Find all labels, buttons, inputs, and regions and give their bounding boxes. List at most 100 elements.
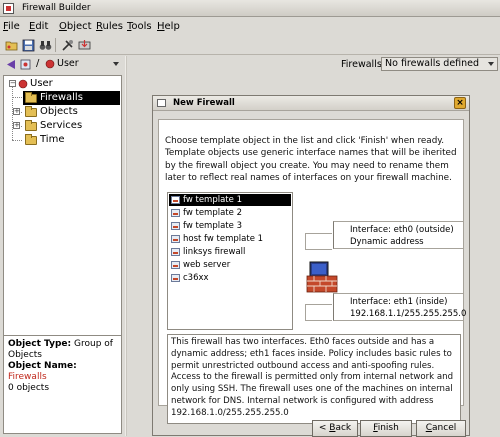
tree-expand-toggle[interactable]: + <box>13 108 20 115</box>
template-list[interactable]: fw template 1 fw template 2 fw template … <box>167 192 293 330</box>
toolbar-separator <box>55 38 56 52</box>
template-item-label: fw template 1 <box>183 195 242 205</box>
menu-rules[interactable]: Rules <box>96 21 123 32</box>
tree-item-user[interactable]: User <box>18 77 78 91</box>
menu-object-mnemonic: O <box>59 21 67 32</box>
firewall-template-icon <box>171 196 180 204</box>
interface-inside-address: 192.168.1.1/255.255.255.0 <box>350 309 467 319</box>
menu-edit-label: dit <box>35 21 49 32</box>
template-item-c36xx[interactable]: c36xx <box>169 272 291 284</box>
tree-expand-toggle[interactable]: + <box>13 122 20 129</box>
tree-item-objects[interactable]: Objects <box>23 105 103 119</box>
open-folder-icon <box>5 41 18 51</box>
firewalls-label: Firewalls: <box>341 59 385 70</box>
dialog-app-icon <box>157 99 166 107</box>
tree-connector <box>12 140 22 141</box>
firewall-template-icon <box>171 222 180 230</box>
arrow-left-icon <box>7 60 15 69</box>
object-name-value: Firewalls <box>8 372 47 382</box>
menu-object[interactable]: Object <box>59 21 92 32</box>
object-tree[interactable]: − User Firewalls + Objects + Services Ti… <box>3 75 122 372</box>
library-selector[interactable]: User <box>45 58 122 71</box>
window-titlebar[interactable]: Firewall Builder <box>0 0 500 17</box>
library-selector-value: User <box>57 58 79 69</box>
folder-icon <box>25 134 37 145</box>
menu-edit[interactable]: Edit <box>29 21 48 32</box>
template-item-label: web server <box>183 260 231 270</box>
firewall-template-icon <box>171 274 180 282</box>
menu-file[interactable]: File <box>3 21 20 32</box>
library-icon-button[interactable] <box>20 59 31 73</box>
library-back-button[interactable] <box>6 59 16 73</box>
object-name-line: Object Name: Firewalls <box>8 361 117 383</box>
user-library-icon <box>45 59 55 69</box>
menu-file-label: ile <box>8 21 20 32</box>
template-item-label: host fw template 1 <box>183 234 264 244</box>
back-button-label: ack <box>335 423 352 433</box>
menubar: File Edit Object Rules Tools Help <box>0 18 500 35</box>
menu-object-label: bject <box>66 21 92 32</box>
tree-collapse-toggle[interactable]: − <box>9 80 16 87</box>
template-item-linksys-firewall[interactable]: linksys firewall <box>169 246 291 258</box>
firewall-machine-icon <box>306 261 338 293</box>
dialog-instructions: Choose template object in the list and c… <box>165 136 457 183</box>
install-icon <box>78 40 91 50</box>
template-item-label: c36xx <box>183 273 209 283</box>
cancel-button[interactable]: Cancel <box>416 420 466 437</box>
dialog-content-frame: Choose template object in the list and c… <box>158 119 467 424</box>
open-folder-button[interactable] <box>3 37 18 52</box>
window-title: Firewall Builder <box>22 3 91 13</box>
template-item-label: fw template 3 <box>183 221 242 231</box>
interface-connector-outside <box>305 233 332 250</box>
tree-item-services[interactable]: Services <box>23 119 103 133</box>
dialog-close-button[interactable]: × <box>454 97 466 109</box>
object-info-panel: Object Type: Group of Objects Object Nam… <box>3 335 122 434</box>
install-button[interactable] <box>76 37 91 52</box>
menu-help-mnemonic: H <box>157 21 165 32</box>
firewalls-dropdown[interactable]: No firewalls defined <box>381 57 498 71</box>
template-item-label: linksys firewall <box>183 247 246 257</box>
interface-outside-name: Interface: eth0 (outside) <box>350 225 454 235</box>
tree-item-objects-label: Objects <box>40 106 78 117</box>
menu-tools[interactable]: Tools <box>127 21 152 32</box>
compile-button[interactable] <box>59 37 74 52</box>
interface-outside-address: Dynamic address <box>350 237 424 247</box>
tree-item-user-label: User <box>30 78 53 89</box>
menu-help[interactable]: Help <box>157 21 180 32</box>
folder-icon <box>25 106 37 117</box>
new-firewall-dialog: New Firewall × Choose template object in… <box>152 95 470 437</box>
template-description[interactable]: This firewall has two interfaces. Eth0 f… <box>167 334 461 424</box>
folder-icon <box>25 120 37 131</box>
menu-rules-label: ules <box>102 21 123 32</box>
template-item-fw-template-3[interactable]: fw template 3 <box>169 220 291 232</box>
interface-connector-inside <box>305 304 332 321</box>
tree-item-firewalls[interactable]: Firewalls <box>23 91 120 105</box>
template-item-fw-template-1[interactable]: fw template 1 <box>169 194 291 206</box>
interface-inside-name: Interface: eth1 (inside) <box>350 297 448 307</box>
firewall-template-icon <box>171 235 180 243</box>
left-pane: / User − User Firewalls + Objects + Serv… <box>0 56 125 436</box>
firewall-template-icon <box>171 261 180 269</box>
dialog-title: New Firewall <box>173 98 235 108</box>
back-button[interactable]: < Back <box>312 420 358 437</box>
tree-item-time[interactable]: Time <box>23 133 103 147</box>
object-type-line: Object Type: Group of Objects <box>8 339 117 361</box>
interface-inside-box: Interface: eth1 (inside) 192.168.1.1/255… <box>333 293 467 321</box>
template-item-label: fw template 2 <box>183 208 242 218</box>
object-name-label: Object Name: <box>8 361 77 371</box>
find-button[interactable] <box>37 37 52 52</box>
dialog-titlebar[interactable]: New Firewall × <box>153 96 469 111</box>
template-item-host-fw-template-1[interactable]: host fw template 1 <box>169 233 291 245</box>
folder-icon <box>25 92 37 103</box>
template-item-fw-template-2[interactable]: fw template 2 <box>169 207 291 219</box>
object-type-label: Object Type: <box>8 339 72 349</box>
back-button-arrow: < <box>318 423 330 433</box>
firewall-selector-row: Firewalls: No firewalls defined <box>127 56 500 73</box>
chevron-down-icon <box>113 62 119 66</box>
save-button[interactable] <box>20 37 35 52</box>
library-toolbar: / User <box>0 56 125 73</box>
finish-button[interactable]: Finish <box>360 420 412 437</box>
app-icon <box>3 3 14 14</box>
chevron-down-icon <box>488 62 494 66</box>
template-item-web-server[interactable]: web server <box>169 259 291 271</box>
